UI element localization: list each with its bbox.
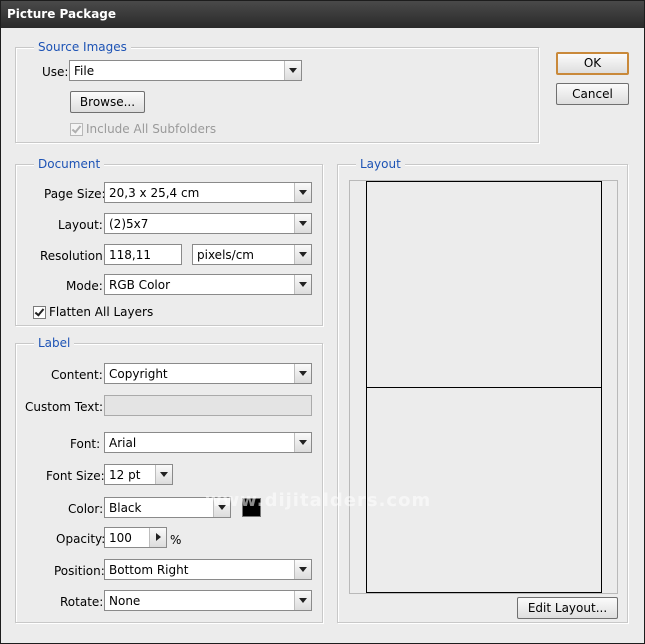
chevron-down-icon[interactable] — [155, 465, 172, 484]
cancel-button[interactable]: Cancel — [556, 83, 629, 105]
include-subfolders-checkbox[interactable] — [70, 123, 83, 136]
chevron-down-icon[interactable] — [284, 61, 301, 80]
font-size-label: Font Size: — [46, 469, 105, 483]
rotate-label: Rotate: — [60, 595, 104, 609]
use-label: Use: — [42, 65, 69, 79]
checkmark-icon — [34, 306, 45, 317]
color-label: Color: — [68, 502, 104, 516]
font-select[interactable]: Arial — [104, 432, 312, 453]
resolution-label: Resolution: — [40, 249, 107, 263]
browse-button[interactable]: Browse... — [70, 91, 145, 113]
chevron-down-icon[interactable] — [294, 183, 311, 202]
resolution-unit-value: pixels/cm — [197, 248, 254, 262]
font-label: Font: — [70, 437, 101, 451]
custom-text-input[interactable] — [104, 395, 312, 416]
page-size-select[interactable]: 20,3 x 25,4 cm — [104, 182, 312, 203]
chevron-down-icon[interactable] — [294, 560, 311, 579]
layout-value: (2)5x7 — [109, 217, 149, 231]
rotate-select[interactable]: None — [104, 590, 312, 611]
include-subfolders-label: Include All Subfolders — [86, 122, 217, 136]
label-legend: Label — [34, 336, 75, 350]
layout-label: Layout: — [58, 218, 103, 232]
opacity-value: 100 — [109, 531, 132, 545]
chevron-down-icon[interactable] — [294, 433, 311, 452]
page-size-label: Page Size: — [44, 187, 106, 201]
resolution-unit-select[interactable]: pixels/cm — [192, 244, 312, 265]
layout-select[interactable]: (2)5x7 — [104, 213, 312, 234]
source-images-legend: Source Images — [34, 40, 131, 54]
chevron-down-icon[interactable] — [294, 245, 311, 264]
mode-value: RGB Color — [109, 278, 171, 292]
flatten-layers-label: Flatten All Layers — [49, 305, 154, 319]
color-select[interactable]: Black — [104, 497, 231, 518]
label-group: Label Content: Copyright Custom Text: Fo… — [15, 336, 323, 623]
document-group: Document Page Size: 20,3 x 25,4 cm Layou… — [15, 157, 323, 326]
page-size-value: 20,3 x 25,4 cm — [109, 186, 200, 200]
use-select-value: File — [74, 64, 95, 78]
chevron-down-icon[interactable] — [294, 275, 311, 294]
layout-page — [366, 181, 602, 593]
font-size-select[interactable]: 12 pt — [104, 464, 173, 485]
use-select[interactable]: File — [69, 60, 302, 81]
document-legend: Document — [34, 157, 105, 171]
content-label: Content: — [51, 368, 103, 382]
ok-button[interactable]: OK — [556, 52, 629, 75]
chevron-down-icon[interactable] — [294, 364, 311, 383]
layout-preview — [349, 180, 618, 594]
content-value: Copyright — [109, 367, 168, 381]
layout-group: Layout Edit Layout... — [337, 157, 628, 623]
opacity-input[interactable]: 100 — [104, 527, 167, 548]
chevron-down-icon[interactable] — [213, 498, 230, 517]
picture-package-dialog: Picture Package OK Cancel Source Images … — [0, 0, 645, 644]
slider-arrow-icon[interactable] — [149, 528, 166, 547]
mode-select[interactable]: RGB Color — [104, 274, 312, 295]
edit-layout-button[interactable]: Edit Layout... — [517, 597, 618, 619]
chevron-down-icon[interactable] — [294, 214, 311, 233]
source-images-group: Source Images Use: File Browse... Includ… — [15, 40, 539, 143]
flatten-layers-checkbox[interactable] — [33, 306, 46, 319]
resolution-input[interactable]: 118,11 — [104, 244, 182, 265]
chevron-down-icon[interactable] — [294, 591, 311, 610]
opacity-unit: % — [170, 533, 182, 547]
rotate-value: None — [109, 594, 141, 608]
opacity-label: Opacity: — [56, 532, 106, 546]
checkmark-icon — [71, 123, 82, 134]
position-select[interactable]: Bottom Right — [104, 559, 312, 580]
content-select[interactable]: Copyright — [104, 363, 312, 384]
layout-divider — [367, 387, 601, 388]
color-value: Black — [109, 501, 142, 515]
custom-text-label: Custom Text: — [25, 400, 104, 414]
color-swatch[interactable] — [242, 498, 261, 517]
position-value: Bottom Right — [109, 563, 189, 577]
mode-label: Mode: — [66, 279, 103, 293]
font-value: Arial — [109, 436, 137, 450]
position-label: Position: — [54, 564, 105, 578]
font-size-value: 12 pt — [109, 468, 141, 482]
layout-legend: Layout — [356, 157, 405, 171]
dialog-client-area: OK Cancel Source Images Use: File Browse… — [5, 28, 640, 640]
dialog-title: Picture Package — [1, 1, 644, 28]
